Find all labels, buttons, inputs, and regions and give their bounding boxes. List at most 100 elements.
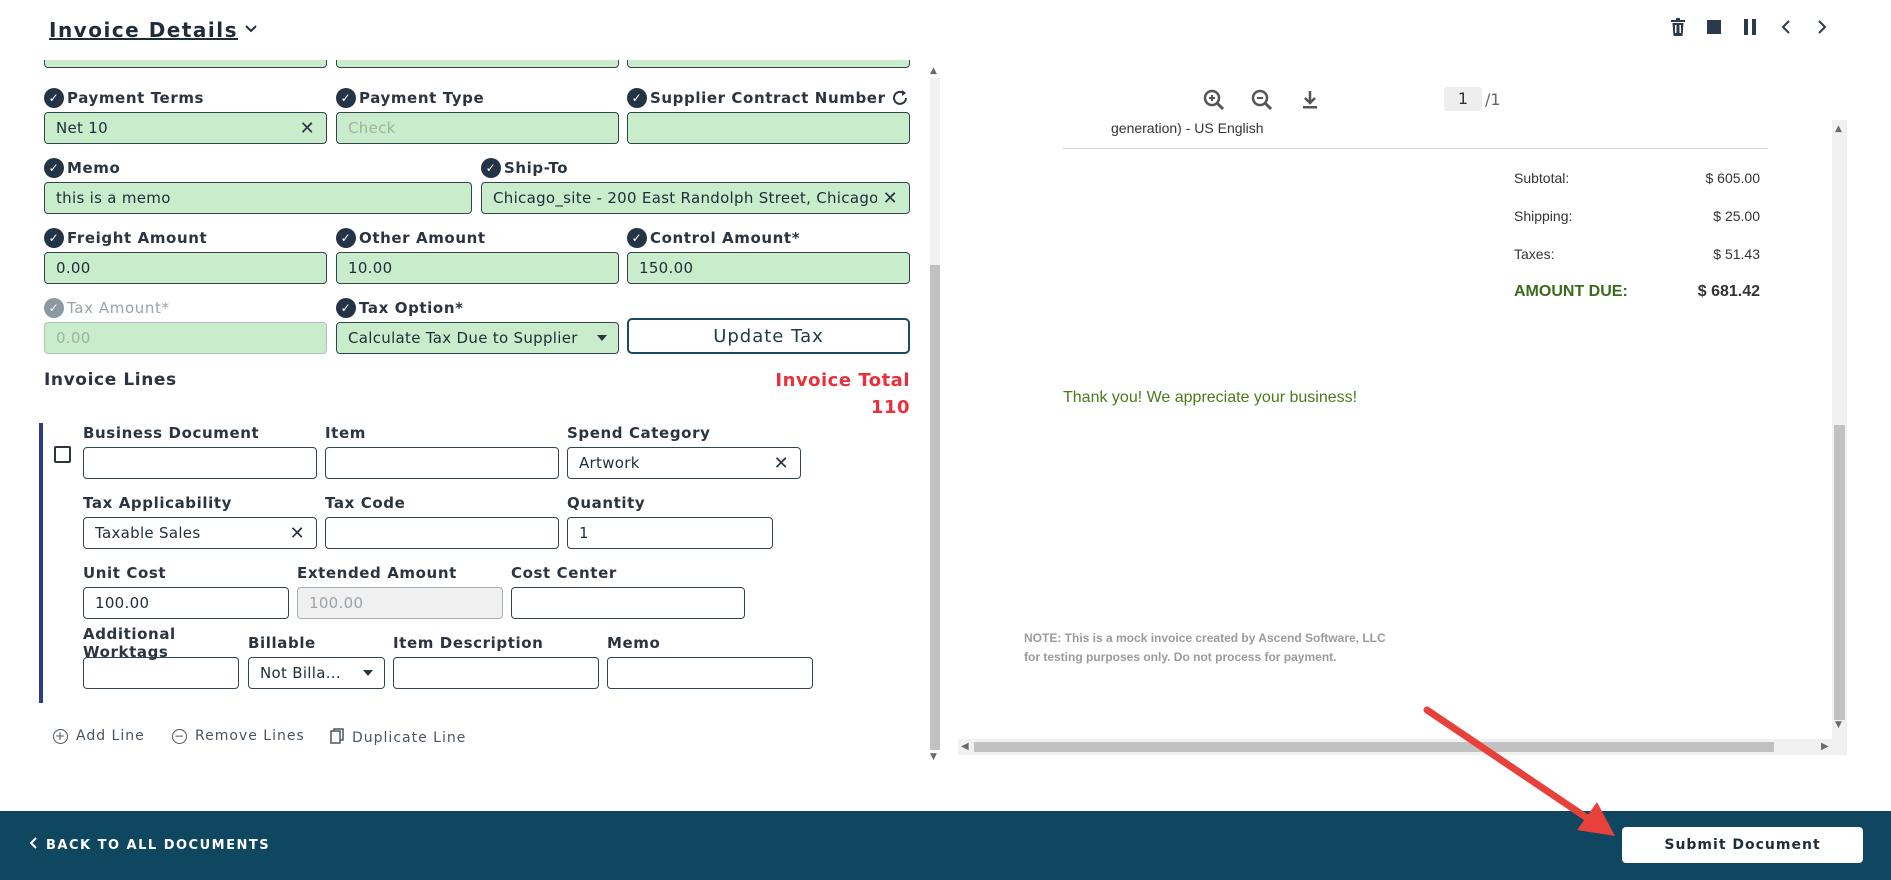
subtotal-label: Subtotal: xyxy=(1514,170,1570,186)
item-description-field: Item Description xyxy=(393,633,599,689)
invoice-lines-title: Invoice Lines xyxy=(44,370,177,390)
back-to-documents-link[interactable]: BACK TO ALL DOCUMENTS xyxy=(29,837,271,853)
preview-vertical-scrollbar[interactable]: ▲ ▼ xyxy=(1832,120,1847,742)
clipped-field-3[interactable] xyxy=(627,60,910,68)
memo-label: Memo xyxy=(67,159,121,177)
tax-code-input[interactable] xyxy=(325,517,559,549)
trash-icon[interactable] xyxy=(1669,18,1687,36)
payment-type-input[interactable]: Check xyxy=(336,112,619,144)
duplicate-line-label: Duplicate Line xyxy=(352,730,467,746)
scroll-right-icon[interactable]: ▶ xyxy=(1821,741,1829,752)
line-memo-input[interactable] xyxy=(607,657,813,689)
control-amount-label: Control Amount* xyxy=(650,229,801,247)
cost-center-input[interactable] xyxy=(511,587,745,619)
tax-applicability-label: Tax Applicability xyxy=(83,494,233,512)
tax-amount-input: 0.00 xyxy=(44,322,327,354)
pause-icon[interactable] xyxy=(1741,18,1759,36)
business-document-input[interactable] xyxy=(83,447,317,479)
page-title-text: Invoice Details xyxy=(49,18,239,42)
page-number-input[interactable]: 1 xyxy=(1444,87,1482,111)
add-line-button[interactable]: + Add Line xyxy=(53,728,145,744)
check-circle-icon: ✓ xyxy=(44,88,64,108)
supplier-contract-label: Supplier Contract Number xyxy=(650,89,886,107)
scroll-up-icon[interactable]: ▲ xyxy=(930,66,937,76)
ship-to-field: ✓ Ship-To Chicago_site - 200 East Randolp… xyxy=(481,158,910,214)
extended-amount-label: Extended Amount xyxy=(297,564,457,582)
chevron-left-icon xyxy=(29,837,38,853)
taxes-value: $ 51.43 xyxy=(1713,246,1760,262)
supplier-contract-field: ✓ Supplier Contract Number xyxy=(627,88,910,144)
clear-icon[interactable]: ✕ xyxy=(300,118,315,139)
control-amount-input[interactable]: 150.00 xyxy=(627,252,910,284)
payment-terms-field: ✓ Payment Terms Net 10 ✕ xyxy=(44,88,327,144)
preview-fragment-text: generation) - US English xyxy=(1111,120,1264,136)
tax-option-field: ✓ Tax Option* Calculate Tax Due to Suppli… xyxy=(336,298,619,354)
extended-amount-value: 100.00 xyxy=(309,594,364,612)
tax-applicability-input[interactable]: Taxable Sales ✕ xyxy=(83,517,317,549)
check-circle-icon: ✓ xyxy=(336,298,356,318)
tax-option-label: Tax Option* xyxy=(359,299,464,317)
refresh-icon[interactable] xyxy=(890,88,910,108)
add-line-label: Add Line xyxy=(76,728,145,744)
ship-to-value: Chicago_site - 200 East Randolph Street,… xyxy=(493,189,877,207)
billable-select[interactable]: Not Billa... xyxy=(248,657,385,689)
payment-terms-input[interactable]: Net 10 ✕ xyxy=(44,112,327,144)
page-title[interactable]: Invoice Details xyxy=(49,18,258,42)
copy-icon xyxy=(330,728,344,748)
clipped-field-2[interactable] xyxy=(336,60,619,68)
clear-icon[interactable]: ✕ xyxy=(774,453,789,474)
cost-center-label: Cost Center xyxy=(511,564,617,582)
update-tax-button[interactable]: Update Tax xyxy=(627,318,910,354)
remove-lines-button[interactable]: − Remove Lines xyxy=(172,728,305,744)
tax-option-select[interactable]: Calculate Tax Due to Supplier xyxy=(336,322,619,354)
extended-amount-input: 100.00 xyxy=(297,587,503,619)
other-amount-input[interactable]: 10.00 xyxy=(336,252,619,284)
preview-horizontal-scrollbar[interactable]: ◀ ▶ xyxy=(958,739,1847,755)
scroll-down-icon[interactable]: ▼ xyxy=(1835,720,1842,730)
billable-field: Billable Not Billa... xyxy=(248,633,385,689)
clear-icon[interactable]: ✕ xyxy=(883,188,898,209)
quantity-input[interactable]: 1 xyxy=(567,517,773,549)
back-label: BACK TO ALL DOCUMENTS xyxy=(46,837,271,853)
freight-amount-input[interactable]: 0.00 xyxy=(44,252,327,284)
line-memo-field: Memo xyxy=(607,633,813,689)
chevron-right-icon[interactable] xyxy=(1813,18,1831,36)
unit-cost-input[interactable]: 100.00 xyxy=(83,587,289,619)
scroll-up-icon[interactable]: ▲ xyxy=(1835,124,1842,134)
scroll-left-icon[interactable]: ◀ xyxy=(961,741,969,752)
item-input[interactable] xyxy=(325,447,559,479)
form-scrollbar[interactable]: ▲ ▼ xyxy=(928,60,942,768)
freight-amount-value: 0.00 xyxy=(56,259,91,277)
submit-document-button[interactable]: Submit Document xyxy=(1622,827,1863,863)
chevron-down-icon xyxy=(244,22,258,38)
stop-icon[interactable] xyxy=(1705,18,1723,36)
item-description-input[interactable] xyxy=(393,657,599,689)
check-circle-icon: ✓ xyxy=(44,228,64,248)
memo-input[interactable]: this is a memo xyxy=(44,182,472,214)
download-icon[interactable] xyxy=(1296,86,1324,114)
tax-applicability-value: Taxable Sales xyxy=(95,524,201,542)
spend-category-input[interactable]: Artwork ✕ xyxy=(567,447,801,479)
chevron-left-icon[interactable] xyxy=(1777,18,1795,36)
preview-hscroll-thumb[interactable] xyxy=(974,742,1774,752)
check-circle-icon: ✓ xyxy=(336,228,356,248)
preview-vscroll-thumb[interactable] xyxy=(1834,425,1845,720)
footer-bar: BACK TO ALL DOCUMENTS Submit Document xyxy=(0,811,1891,880)
zoom-out-icon[interactable] xyxy=(1248,86,1276,114)
form-scrollbar-thumb[interactable] xyxy=(930,265,940,750)
scroll-down-icon[interactable]: ▼ xyxy=(930,752,937,762)
item-field: Item xyxy=(325,423,559,479)
additional-worktags-input[interactable] xyxy=(83,657,239,689)
clear-icon[interactable]: ✕ xyxy=(290,523,305,544)
subtotal-row: Subtotal: $ 605.00 xyxy=(1514,170,1760,186)
ship-to-input[interactable]: Chicago_site - 200 East Randolph Street,… xyxy=(481,182,910,214)
taxes-row: Taxes: $ 51.43 xyxy=(1514,246,1760,262)
zoom-in-icon[interactable] xyxy=(1200,86,1228,114)
supplier-contract-input[interactable] xyxy=(627,112,910,144)
tax-code-field: Tax Code xyxy=(325,493,559,549)
subtotal-value: $ 605.00 xyxy=(1705,170,1761,186)
duplicate-line-button[interactable]: Duplicate Line xyxy=(330,728,466,748)
line-select-checkbox[interactable] xyxy=(54,446,71,463)
amount-due-row: AMOUNT DUE: $ 681.42 xyxy=(1514,283,1760,301)
clipped-field-1[interactable] xyxy=(44,60,327,68)
